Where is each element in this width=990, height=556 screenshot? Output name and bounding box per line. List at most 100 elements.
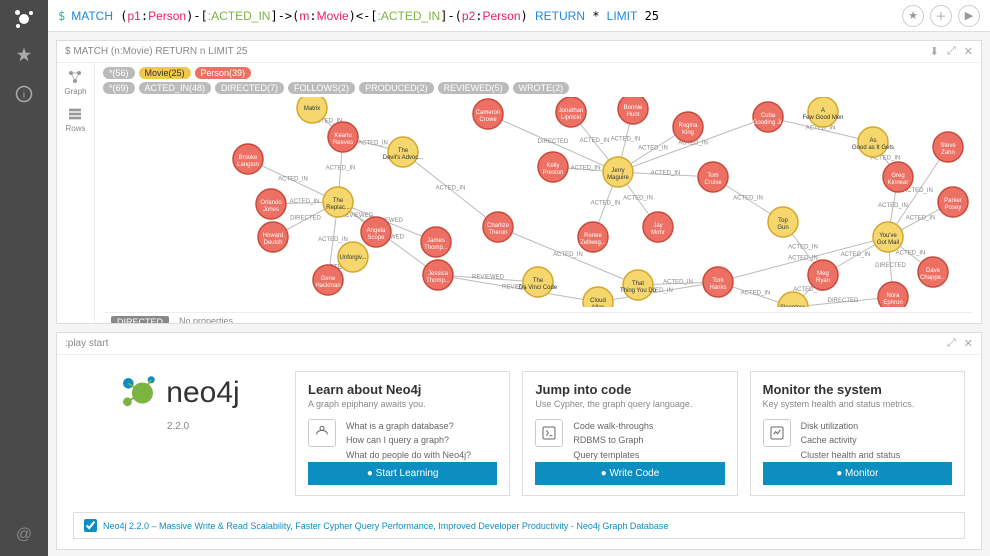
svg-text:ACTED_IN: ACTED_IN — [436, 186, 466, 192]
card-button[interactable]: ● Monitor — [763, 462, 952, 485]
svg-text:CameronCrowe: CameronCrowe — [476, 110, 501, 123]
svg-text:HowardDeutch: HowardDeutch — [263, 233, 284, 246]
neo4j-logo: neo4j — [73, 371, 283, 415]
status-tag: DIRECTED — [111, 316, 169, 323]
svg-text:KeanuReeves: KeanuReeves — [333, 133, 353, 146]
svg-text:Sleepless: Sleepless — [780, 305, 806, 307]
svg-text:DIRECTED: DIRECTED — [290, 216, 321, 222]
card-subtitle: A graph epiphany awaits you. — [308, 399, 497, 409]
svg-text:ACTED_IN: ACTED_IN — [571, 166, 601, 172]
tab-graph[interactable]: Graph — [64, 69, 86, 96]
legend-pill[interactable]: DIRECTED(7) — [215, 82, 284, 94]
card-title: Monitor the system — [763, 382, 952, 397]
svg-text:ACTED_IN: ACTED_IN — [553, 252, 583, 258]
legend-pill[interactable]: FOLLOWS(2) — [288, 82, 355, 94]
main: $ MATCH (p1:Person)-[:ACTED_IN]->(m:Movi… — [48, 0, 990, 556]
news-checkbox[interactable] — [84, 519, 97, 532]
svg-text:ACTED_IN: ACTED_IN — [841, 252, 871, 258]
svg-text:ACTED_IN: ACTED_IN — [638, 146, 668, 152]
tab-rows[interactable]: Rows — [65, 106, 85, 133]
card-list: Code walk-throughsRDBMS to GraphQuery te… — [573, 419, 653, 462]
favorites-icon[interactable] — [15, 46, 33, 69]
svg-text:ACTED_IN: ACTED_IN — [878, 203, 908, 209]
card-list: What is a graph database?How can I query… — [346, 419, 471, 462]
card-list: Disk utilizationCache activityCluster he… — [801, 419, 901, 462]
add-button[interactable]: ＋ — [930, 5, 952, 27]
svg-text:SteveZahn: SteveZahn — [940, 143, 956, 156]
legend-pill[interactable]: ACTED_IN(48) — [139, 82, 212, 94]
frame-query: :play start — [65, 338, 108, 349]
svg-text:DIRECTED: DIRECTED — [875, 263, 906, 269]
svg-text:Matrix: Matrix — [304, 106, 320, 112]
legend-pill[interactable]: PRODUCED(2) — [359, 82, 434, 94]
svg-text:ACTED_IN: ACTED_IN — [591, 201, 621, 207]
legend-pill[interactable]: *(56) — [103, 67, 135, 79]
expand-icon[interactable]: ⤢ — [947, 45, 956, 58]
expand-icon[interactable]: ⤢ — [947, 337, 956, 350]
svg-text:CloudAtlas: CloudAtlas — [590, 298, 606, 307]
svg-text:ACTED_IN: ACTED_IN — [623, 196, 653, 202]
favorite-button[interactable]: ★ — [902, 5, 924, 27]
svg-text:DIRECTED: DIRECTED — [828, 298, 859, 304]
close-icon[interactable]: ✕ — [964, 337, 973, 350]
svg-text:ACTED_IN: ACTED_IN — [358, 141, 388, 147]
svg-text:ACTED_IN: ACTED_IN — [290, 199, 320, 205]
version: 2.2.0 — [73, 421, 283, 432]
svg-text:MegRyan: MegRyan — [816, 271, 830, 284]
legend-pill[interactable]: Person(39) — [195, 67, 252, 79]
svg-text:TopGun: TopGun — [777, 218, 788, 231]
news-box[interactable]: Neo4j 2.2.0 – Massive Write & Read Scala… — [73, 512, 965, 539]
legend-pill[interactable]: WROTE(2) — [513, 82, 570, 94]
result-frame-play: :play start ⤢ ✕ neo4j 2.2.0 Learn about … — [56, 332, 982, 550]
frame-query: $ MATCH (n:Movie) RETURN n LIMIT 25 — [65, 46, 247, 57]
view-tabs: Graph Rows — [57, 63, 95, 323]
svg-text:ACTED_IN: ACTED_IN — [580, 138, 610, 144]
svg-text:REVIEWED: REVIEWED — [472, 275, 505, 281]
card-icon — [763, 419, 791, 447]
info-icon[interactable]: i — [15, 85, 33, 108]
svg-text:ACTED_IN: ACTED_IN — [788, 245, 818, 251]
news-text: Neo4j 2.2.0 – Massive Write & Read Scala… — [103, 521, 668, 531]
svg-text:ACTED_IN: ACTED_IN — [741, 291, 771, 297]
svg-text:ACTED_IN: ACTED_IN — [611, 137, 641, 143]
svg-text:JamesThomp...: JamesThomp... — [424, 238, 448, 251]
svg-text:ACTED_IN: ACTED_IN — [663, 280, 693, 286]
svg-text:BrookeLangton: BrookeLangton — [237, 155, 259, 168]
guide-card: Jump into codeUse Cypher, the graph quer… — [522, 371, 737, 496]
download-icon[interactable]: ⬇ — [930, 45, 939, 58]
prompt: $ — [58, 9, 65, 23]
node-legend: *(56) Movie(25) Person(39) — [103, 67, 973, 79]
svg-text:ACTED_IN: ACTED_IN — [788, 256, 818, 262]
cypher-query[interactable]: MATCH (p1:Person)-[:ACTED_IN]->(m:Movie)… — [71, 9, 902, 23]
card-button[interactable]: ● Write Code — [535, 462, 724, 485]
svg-text:ACTED_IN: ACTED_IN — [896, 251, 926, 257]
card-subtitle: Use Cypher, the graph query language. — [535, 399, 724, 409]
svg-text:You'veGot Mail: You'veGot Mail — [877, 233, 899, 246]
svg-text:ACTED_IN: ACTED_IN — [651, 171, 681, 177]
card-title: Learn about Neo4j — [308, 382, 497, 397]
svg-text:ACTED_IN: ACTED_IN — [278, 177, 308, 183]
neo4j-logo-icon[interactable] — [13, 8, 35, 30]
svg-text:AngelaScope: AngelaScope — [367, 228, 386, 241]
legend-pill[interactable]: REVIEWED(5) — [438, 82, 509, 94]
graph-visualization[interactable]: *(56) Movie(25) Person(39) *(69) ACTED_IN(4… — [95, 63, 981, 323]
result-frame-graph: $ MATCH (n:Movie) RETURN n LIMIT 25 ⬇ ⤢ … — [56, 40, 982, 324]
card-subtitle: Key system health and status metrics. — [763, 399, 952, 409]
play-button[interactable]: ▶ — [958, 5, 980, 27]
legend-pill[interactable]: *(69) — [103, 82, 135, 94]
card-icon — [535, 419, 563, 447]
svg-text:ACTED_IN: ACTED_IN — [326, 166, 356, 172]
svg-text:DIRECTED: DIRECTED — [538, 139, 569, 145]
cypher-editor[interactable]: $ MATCH (p1:Person)-[:ACTED_IN]->(m:Movi… — [48, 0, 990, 32]
svg-text:ACTED_IN: ACTED_IN — [733, 196, 763, 202]
card-button[interactable]: ● Start Learning — [308, 462, 497, 485]
svg-text:JonathanLipnicki: JonathanLipnicki — [559, 108, 584, 121]
close-icon[interactable]: ✕ — [964, 45, 973, 58]
guide-card: Learn about Neo4j A graph epiphany awaits… — [295, 371, 510, 496]
legend-pill[interactable]: Movie(25) — [139, 67, 191, 79]
svg-text:ParkerPosey: ParkerPosey — [944, 198, 962, 211]
at-icon[interactable]: @ — [4, 514, 44, 556]
status-text: No properties — [179, 316, 233, 323]
svg-text:JessicaThomp...: JessicaThomp... — [426, 271, 450, 284]
svg-text:ACTED_IN: ACTED_IN — [318, 237, 348, 243]
